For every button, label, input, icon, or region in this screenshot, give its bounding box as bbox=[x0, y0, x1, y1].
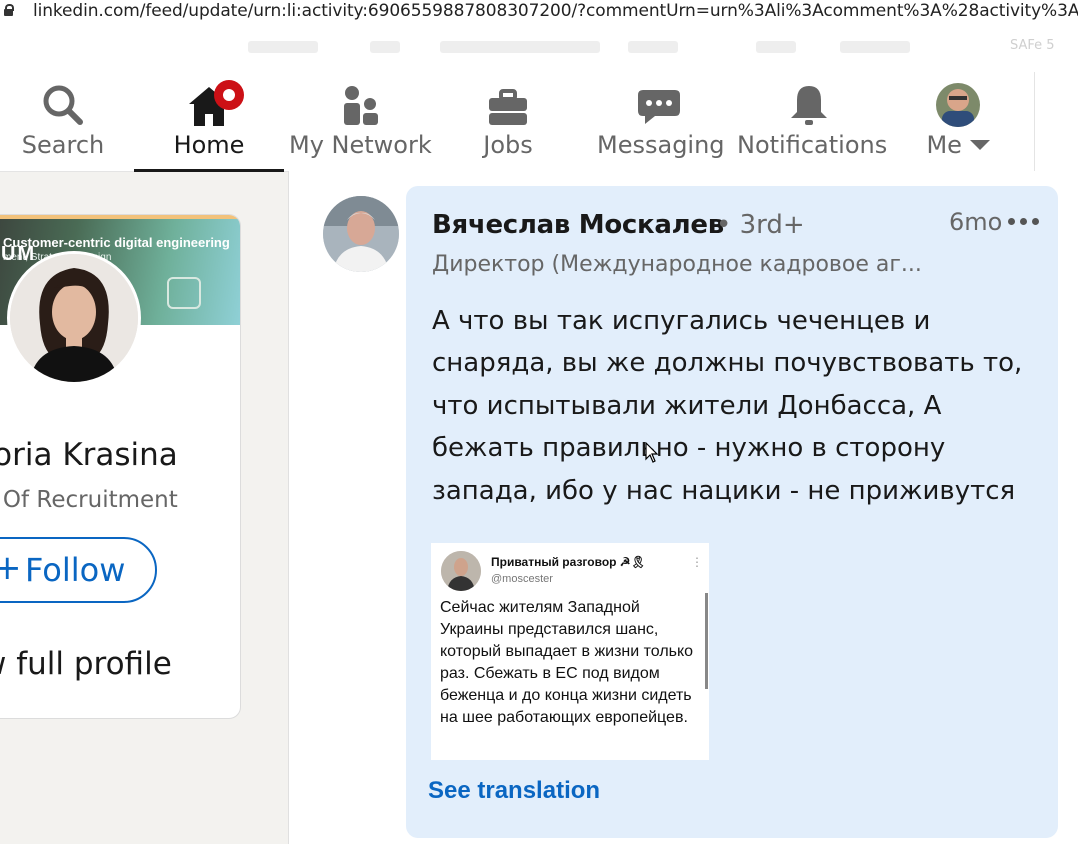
nav-jobs[interactable]: Jobs bbox=[468, 72, 548, 171]
bookmark-item[interactable] bbox=[628, 41, 678, 53]
comment-author-avatar[interactable] bbox=[323, 196, 399, 272]
profile-name[interactable]: toria Krasina bbox=[0, 437, 178, 473]
notification-badge bbox=[214, 80, 244, 110]
nav-me[interactable]: Me bbox=[918, 72, 998, 171]
bookmark-item[interactable] bbox=[440, 41, 600, 53]
attachment-scrollbar bbox=[705, 593, 708, 689]
nav-my-network[interactable]: My Network bbox=[289, 72, 432, 171]
active-indicator bbox=[134, 169, 284, 172]
nav-label: Home bbox=[173, 131, 245, 159]
connection-degree: • 3rd+ bbox=[716, 210, 805, 240]
nav-label: Messaging bbox=[597, 131, 725, 159]
author-photo bbox=[323, 196, 399, 272]
comment-author-name[interactable]: Вячеслав Москалев bbox=[432, 210, 724, 240]
attachment-menu-icon: ⋮ bbox=[691, 555, 703, 569]
global-nav: Search Home My Network Jobs Messaging No… bbox=[0, 72, 1078, 230]
lock-icon bbox=[4, 4, 14, 16]
search-icon bbox=[43, 85, 83, 125]
column-divider bbox=[288, 171, 289, 844]
my-network-icon bbox=[344, 86, 378, 125]
bookmark-item[interactable] bbox=[370, 41, 400, 53]
bookmark-safe[interactable]: SAFe 5 bbox=[1010, 38, 1055, 53]
award-badge bbox=[167, 277, 201, 309]
comment-time: 6mo bbox=[949, 208, 1003, 236]
comment-image-attachment[interactable]: Приватный разговор ☭🎗 @moscester ⋮ Сейча… bbox=[431, 543, 709, 760]
nav-label: Notifications bbox=[737, 131, 888, 159]
profile-avatar[interactable] bbox=[7, 251, 141, 385]
nav-label: My Network bbox=[289, 131, 432, 159]
nav-label: Me bbox=[918, 130, 998, 160]
comment-author-headline: Директор (Международное кадровое аг... bbox=[432, 252, 922, 277]
nav-messaging[interactable]: Messaging bbox=[597, 72, 725, 171]
avatar bbox=[936, 83, 980, 127]
nav-label: Jobs bbox=[483, 131, 533, 159]
attachment-handle: @moscester bbox=[491, 573, 553, 585]
nav-search[interactable]: Search bbox=[8, 72, 118, 171]
bookmark-item[interactable] bbox=[248, 41, 318, 53]
banner-title: Customer-centric digital engineering bbox=[3, 235, 230, 250]
profile-role: d Of Recruitment bbox=[0, 487, 178, 513]
messaging-icon bbox=[638, 90, 680, 124]
bookmark-item[interactable] bbox=[756, 41, 796, 53]
comment-text: А что вы так испугались чеченцев и снаря… bbox=[432, 306, 1023, 506]
follow-button[interactable]: + Follow bbox=[0, 537, 157, 603]
chevron-down-icon bbox=[969, 140, 990, 150]
view-full-profile-link[interactable]: w full profile bbox=[0, 646, 172, 682]
bookmarks-bar: SAFe 5 bbox=[0, 26, 1078, 72]
plus-icon: + bbox=[0, 551, 22, 585]
nav-label: Search bbox=[21, 131, 105, 159]
url-text[interactable]: linkedin.com/feed/update/urn:li:activity… bbox=[33, 0, 1078, 22]
see-translation-link[interactable]: See translation bbox=[428, 777, 600, 805]
mouse-cursor-icon bbox=[645, 442, 659, 463]
follow-label: Follow bbox=[25, 551, 126, 589]
nav-notifications[interactable]: Notifications bbox=[737, 72, 888, 171]
attachment-text: Сейчас жителям Западной Украины представ… bbox=[440, 599, 694, 726]
profile-photo bbox=[10, 254, 138, 382]
nav-home[interactable]: Home bbox=[134, 72, 284, 172]
attachment-avatar bbox=[441, 551, 481, 591]
nav-divider bbox=[1034, 72, 1035, 171]
more-dots-icon[interactable] bbox=[1008, 210, 1040, 234]
briefcase-icon bbox=[489, 89, 527, 125]
banner-brand: UM bbox=[1, 243, 37, 265]
attachment-name: Приватный разговор ☭🎗 bbox=[491, 555, 646, 569]
profile-card: Customer-centric digital engineering men… bbox=[0, 214, 241, 719]
bookmark-item[interactable] bbox=[840, 41, 910, 53]
address-bar[interactable]: linkedin.com/feed/update/urn:li:activity… bbox=[0, 0, 1078, 26]
bell-icon bbox=[791, 86, 827, 125]
